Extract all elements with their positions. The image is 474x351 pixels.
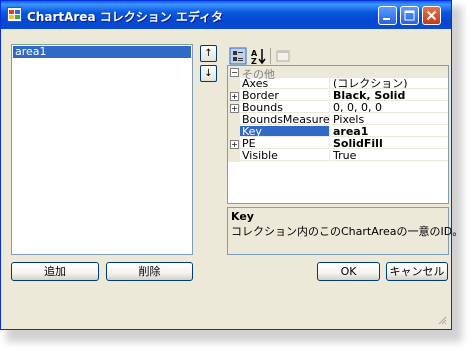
- property-name[interactable]: Border: [240, 90, 330, 101]
- arrow-down-icon: ↓: [204, 68, 213, 79]
- row-margin: [228, 126, 240, 138]
- property-row-key[interactable]: Key area1: [228, 126, 448, 138]
- property-name[interactable]: BoundsMeasureType: [240, 114, 330, 125]
- description-panel: Key コレクション内のこのChartAreaの一意のID。: [227, 207, 463, 255]
- close-button[interactable]: [422, 6, 441, 25]
- property-value[interactable]: Black, Solid: [331, 90, 448, 101]
- move-up-button[interactable]: ↑: [200, 45, 217, 62]
- row-margin: +: [228, 138, 240, 150]
- property-name[interactable]: PE: [240, 138, 330, 149]
- add-button[interactable]: 追加: [11, 262, 99, 281]
- members-list[interactable]: area1: [11, 44, 193, 255]
- arrow-up-icon: ↑: [204, 48, 213, 59]
- description-title: Key: [231, 210, 254, 223]
- property-grid[interactable]: − その他 Axes (コレクション) + Border Black, Solid + Bo…: [227, 65, 449, 204]
- expand-icon[interactable]: +: [230, 104, 239, 113]
- property-grid-toolbar: A Z: [227, 45, 449, 67]
- property-value[interactable]: Pixels: [331, 114, 448, 125]
- window-title: ChartArea コレクション エディタ: [27, 10, 224, 24]
- collection-editor-window: ChartArea コレクション エディタ area1 ↑ ↓ 追加 削除 A: [0, 0, 463, 330]
- property-value[interactable]: True: [331, 150, 448, 161]
- minimize-icon: [383, 18, 390, 20]
- ok-button[interactable]: OK: [317, 262, 380, 281]
- property-value[interactable]: (コレクション): [331, 78, 448, 89]
- move-down-button[interactable]: ↓: [200, 65, 217, 82]
- app-icon: [7, 7, 22, 22]
- property-name[interactable]: Visible: [240, 150, 330, 161]
- property-row-visible[interactable]: Visible True: [228, 150, 448, 162]
- collapse-icon[interactable]: −: [230, 68, 239, 77]
- categorized-icon[interactable]: [229, 47, 247, 65]
- property-row-border[interactable]: + Border Black, Solid: [228, 90, 448, 102]
- resize-grip-icon[interactable]: [437, 315, 447, 325]
- remove-button[interactable]: 削除: [106, 262, 193, 281]
- property-row-pe[interactable]: + PE SolidFill: [228, 138, 448, 150]
- close-icon: [426, 10, 437, 21]
- property-row-axes[interactable]: Axes (コレクション): [228, 78, 448, 90]
- minimize-button[interactable]: [378, 6, 397, 25]
- svg-text:Z: Z: [251, 57, 257, 65]
- list-item[interactable]: area1: [13, 46, 191, 58]
- property-value[interactable]: SolidFill: [331, 138, 448, 149]
- property-name[interactable]: Bounds: [240, 102, 330, 113]
- row-margin: [228, 114, 240, 126]
- row-margin: [228, 78, 240, 90]
- property-name[interactable]: Axes: [240, 78, 330, 89]
- property-pages-icon[interactable]: [274, 47, 292, 65]
- property-name[interactable]: Key: [240, 126, 330, 137]
- row-margin: +: [228, 102, 240, 114]
- sort-alphabetical-icon[interactable]: A Z: [249, 47, 267, 65]
- maximize-button[interactable]: [400, 6, 419, 25]
- description-text: コレクション内のこのChartAreaの一意のID。: [231, 225, 464, 238]
- toolbar-separator: [270, 48, 271, 64]
- category-row[interactable]: − その他: [228, 66, 448, 81]
- cancel-button[interactable]: キャンセル: [386, 262, 448, 281]
- row-margin: [228, 150, 240, 162]
- property-value[interactable]: area1: [331, 126, 448, 137]
- property-row-bounds[interactable]: + Bounds 0, 0, 0, 0: [228, 102, 448, 114]
- property-row-boundsmeasuretype[interactable]: BoundsMeasureTypePixels: [228, 114, 448, 126]
- row-margin: +: [228, 90, 240, 102]
- property-value[interactable]: 0, 0, 0, 0: [331, 102, 448, 113]
- expand-icon[interactable]: +: [230, 140, 239, 149]
- maximize-icon: [404, 10, 415, 21]
- expand-icon[interactable]: +: [230, 92, 239, 101]
- title-bar[interactable]: ChartArea コレクション エディタ: [1, 1, 451, 29]
